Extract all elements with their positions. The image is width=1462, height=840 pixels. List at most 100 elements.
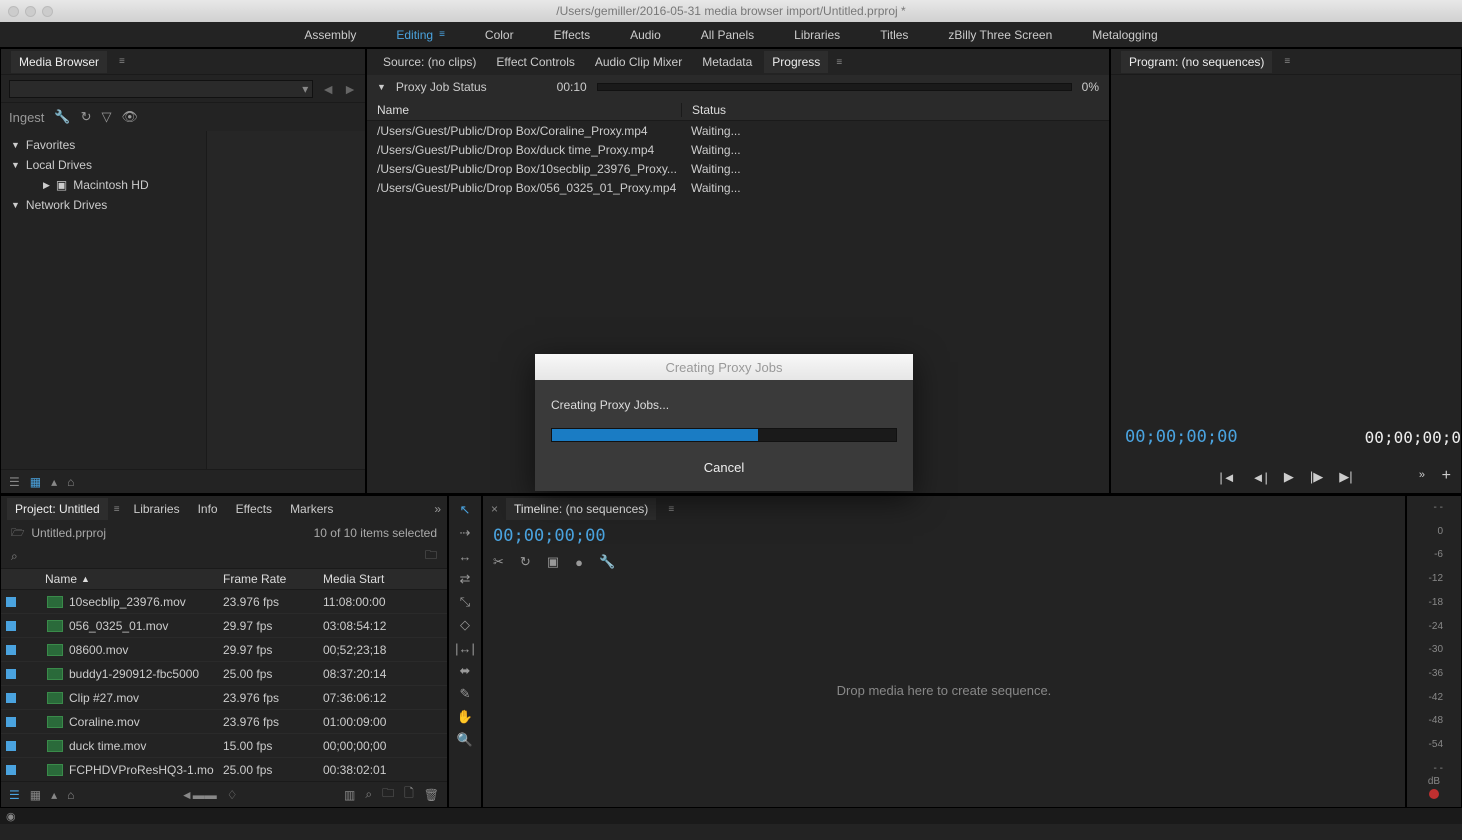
col-mediastart[interactable]: Media Start (323, 572, 447, 586)
go-to-out-icon[interactable]: ▶| (1339, 469, 1352, 485)
workspace-libraries[interactable]: Libraries (794, 28, 840, 42)
tab-effect-controls[interactable]: Effect Controls (488, 51, 582, 73)
close-window-icon[interactable] (8, 6, 19, 17)
tab-source-no-clips-[interactable]: Source: (no clips) (375, 51, 484, 73)
panel-menu-icon[interactable]: ≡ (110, 504, 124, 515)
job-row[interactable]: /Users/Guest/Public/Drop Box/10secblip_2… (367, 159, 1109, 178)
list-view-icon[interactable]: ☰ (9, 475, 20, 489)
tree-local-drives[interactable]: ▼Local Drives (1, 155, 206, 175)
timeline-timecode[interactable]: 00;00;00;00 (483, 522, 1405, 550)
new-item-icon[interactable]: 🗋 (404, 784, 414, 805)
project-row[interactable]: duck time.mov 15.00 fps 00;00;00;00 (1, 734, 447, 758)
step-forward-icon[interactable]: |▶ (1310, 469, 1323, 485)
chevron-down-icon[interactable]: ▼ (377, 82, 386, 92)
clip-indicator-icon[interactable] (1429, 789, 1439, 799)
list-view-icon[interactable]: ☰ (9, 788, 20, 802)
panel-menu-icon[interactable]: ≡ (832, 57, 846, 68)
refresh-icon[interactable]: ↻ (81, 109, 92, 125)
eye-icon[interactable]: 👁 (122, 109, 139, 125)
row-checkbox[interactable] (1, 741, 21, 751)
filter-icon[interactable]: ▽ (102, 109, 112, 125)
slip-tool-icon[interactable]: |↔| (455, 640, 475, 656)
workspace-titles[interactable]: Titles (880, 28, 908, 42)
project-row[interactable]: 056_0325_01.mov 29.97 fps 03:08:54:12 (1, 614, 447, 638)
slide-tool-icon[interactable]: ⬌ (455, 663, 475, 679)
project-row[interactable]: 08600.mov 29.97 fps 00;52;23;18 (1, 638, 447, 662)
workspace-assembly[interactable]: Assembly (304, 28, 356, 42)
add-button-icon[interactable]: + (1442, 467, 1451, 485)
panel-menu-icon[interactable]: ≡ (1280, 56, 1294, 67)
go-to-in-icon[interactable]: |◄ (1219, 470, 1235, 485)
col-status-header[interactable]: Status (681, 103, 1109, 117)
zoom-slider-icon[interactable]: ◄▬▬ (181, 788, 217, 802)
row-checkbox[interactable] (1, 621, 21, 631)
row-checkbox[interactable] (1, 693, 21, 703)
selection-tool-icon[interactable]: ↖ (455, 502, 475, 518)
creative-cloud-icon[interactable]: ◉ (6, 810, 16, 823)
new-bin-icon[interactable]: 🗀 (425, 546, 437, 567)
track-select-tool-icon[interactable]: ⇢ (455, 525, 475, 541)
row-checkbox[interactable] (1, 669, 21, 679)
zoom-tool-icon[interactable]: 🔍 (455, 732, 475, 748)
timeline-body[interactable]: Drop media here to create sequence. (483, 574, 1405, 807)
row-checkbox[interactable] (1, 645, 21, 655)
nav-forward-icon[interactable]: ► (343, 81, 357, 97)
row-checkbox[interactable] (1, 717, 21, 727)
tab-markers[interactable]: Markers (282, 498, 341, 520)
project-row[interactable]: 10secblip_23976.mov 23.976 fps 11:08:00:… (1, 590, 447, 614)
minimize-window-icon[interactable] (25, 6, 36, 17)
rate-stretch-tool-icon[interactable]: ⤡ (455, 594, 475, 610)
nav-back-icon[interactable]: ◄ (321, 81, 335, 97)
tab-effects[interactable]: Effects (228, 498, 280, 520)
sort-icon[interactable]: ♢ (227, 788, 238, 802)
play-icon[interactable]: ▶ (1284, 469, 1294, 485)
tree-macintosh-hd[interactable]: ▶▣Macintosh HD (1, 175, 206, 195)
tab-metadata[interactable]: Metadata (694, 51, 760, 73)
tab-libraries[interactable]: Libraries (126, 498, 188, 520)
more-icon[interactable]: » (1419, 469, 1425, 481)
project-row[interactable]: Coraline.mov 23.976 fps 01:00:09:00 (1, 710, 447, 734)
linked-selection-icon[interactable]: ↻ (520, 554, 531, 570)
workspace-color[interactable]: Color (485, 28, 514, 42)
automate-icon[interactable]: ▥ (344, 788, 355, 802)
project-row[interactable]: FCPHDVProResHQ3-1.mo 25.00 fps 00:38:02:… (1, 758, 447, 781)
overflow-icon[interactable]: » (434, 502, 441, 516)
close-icon[interactable]: × (491, 502, 498, 516)
home-icon[interactable]: ⌂ (67, 788, 74, 802)
add-marker-icon[interactable]: ▣ (547, 554, 559, 570)
job-row[interactable]: /Users/Guest/Public/Drop Box/056_0325_01… (367, 178, 1109, 197)
col-name[interactable]: Name▲ (1, 572, 223, 586)
ripple-edit-tool-icon[interactable]: ↔ (455, 548, 475, 564)
step-back-icon[interactable]: ◄| (1252, 470, 1268, 485)
folder-icon[interactable]: ⌂ (67, 475, 74, 489)
razor-tool-icon[interactable]: ◇ (455, 617, 475, 633)
project-row[interactable]: buddy1-290912-fbc5000 25.00 fps 08:37:20… (1, 662, 447, 686)
job-row[interactable]: /Users/Guest/Public/Drop Box/duck time_P… (367, 140, 1109, 159)
tab-audio-clip-mixer[interactable]: Audio Clip Mixer (587, 51, 690, 73)
pen-tool-icon[interactable]: ✎ (455, 686, 475, 702)
sort-asc-icon[interactable]: ▴ (51, 475, 57, 489)
row-checkbox[interactable] (1, 765, 21, 775)
col-framerate[interactable]: Frame Rate (223, 572, 323, 586)
tree-network-drives[interactable]: ▼Network Drives (1, 195, 206, 215)
timeline-tab[interactable]: Timeline: (no sequences) (506, 498, 656, 520)
settings-icon[interactable]: 🔧 (599, 554, 615, 570)
maximize-window-icon[interactable] (42, 6, 53, 17)
workspace-metalogging[interactable]: Metalogging (1092, 28, 1157, 42)
tab-progress[interactable]: Progress (764, 51, 828, 73)
find-icon[interactable]: ⌕ (365, 787, 372, 802)
cancel-button[interactable]: Cancel (704, 460, 744, 475)
tab-info[interactable]: Info (190, 498, 226, 520)
panel-menu-icon[interactable]: ≡ (664, 504, 678, 515)
workspace-editing[interactable]: Editing≡ (396, 28, 445, 42)
workspace-all-panels[interactable]: All Panels (701, 28, 754, 42)
rolling-edit-tool-icon[interactable]: ⇄ (455, 571, 475, 587)
wrench-icon[interactable]: 🔧 (54, 109, 70, 125)
snap-icon[interactable]: ✂ (493, 554, 504, 570)
col-name-header[interactable]: Name (367, 103, 681, 117)
delete-icon[interactable]: 🗑 (424, 788, 439, 802)
hand-tool-icon[interactable]: ✋ (455, 709, 475, 725)
icon-view-icon[interactable]: ▦ (30, 788, 41, 802)
workspace-effects[interactable]: Effects (554, 28, 590, 42)
marker-icon[interactable]: ● (575, 555, 583, 570)
